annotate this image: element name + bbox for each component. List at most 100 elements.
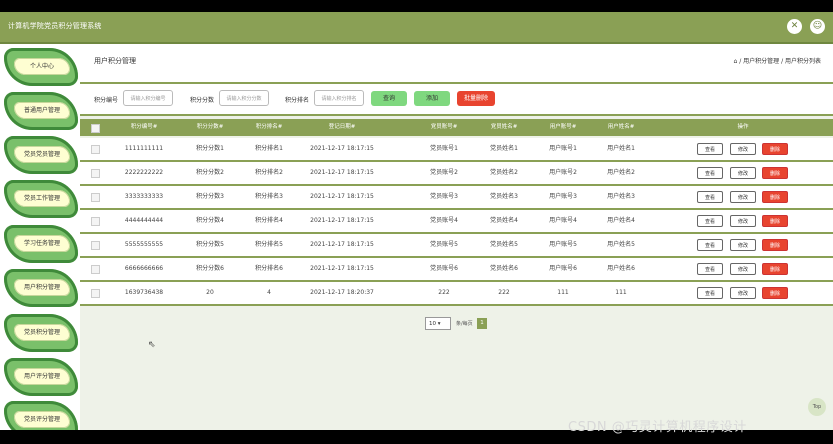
page-size-value: 10 bbox=[429, 321, 436, 327]
table-cell: 222 bbox=[498, 289, 510, 296]
table-cell: 积分分数2 bbox=[196, 169, 224, 176]
sidebar-item-label: 党员评分管理 bbox=[14, 411, 70, 428]
column-header-5[interactable]: 党员姓名# bbox=[479, 119, 529, 136]
back-to-top-button[interactable]: Top bbox=[808, 398, 826, 416]
table-cell: 2021-12-17 18:20:37 bbox=[310, 289, 374, 296]
edit-button[interactable]: 修改 bbox=[730, 239, 756, 251]
table-cell: 111 bbox=[557, 289, 569, 296]
column-header-7[interactable]: 用户姓名# bbox=[596, 119, 646, 136]
search-input-rank[interactable]: 请输入积分排名 bbox=[314, 90, 364, 106]
search-bar: 积分编号 请输入积分编号 积分分数 请输入积分分数 积分排名 请输入积分排名 查… bbox=[80, 84, 833, 116]
table-row: 1111111111 积分分数1 积分排名1 2021-12-17 18:17:15 党… bbox=[80, 138, 833, 162]
column-header-2[interactable]: 积分排名# bbox=[244, 119, 294, 136]
table-cell: 党员账号5 bbox=[430, 241, 458, 248]
edit-button[interactable]: 修改 bbox=[730, 263, 756, 275]
column-header-3[interactable]: 登记日期# bbox=[297, 119, 387, 136]
table-cell: 党员姓名2 bbox=[490, 169, 518, 176]
sidebar-item-label: 学习任务管理 bbox=[14, 235, 70, 252]
column-header-0[interactable]: 积分编号# bbox=[114, 119, 174, 136]
table-cell: 1639736438 bbox=[124, 289, 164, 296]
row-checkbox[interactable] bbox=[91, 145, 100, 154]
add-button[interactable]: 添加 bbox=[414, 91, 450, 106]
table-row: 6666666666 积分分数6 积分排名6 2021-12-17 18:17:15 党… bbox=[80, 258, 833, 282]
table-cell: 积分分数1 bbox=[196, 145, 224, 152]
table-cell: 党员姓名3 bbox=[490, 193, 518, 200]
table-cell: 积分排名6 bbox=[255, 265, 283, 272]
query-button[interactable]: 查询 bbox=[371, 91, 407, 106]
sidebar-item-3[interactable]: 党员工作管理 bbox=[4, 180, 78, 218]
row-checkbox[interactable] bbox=[91, 217, 100, 226]
view-button[interactable]: 查看 bbox=[697, 167, 723, 179]
sidebar-item-label: 党员积分管理 bbox=[14, 324, 70, 341]
sidebar-item-label: 用户评分管理 bbox=[14, 368, 70, 385]
table-cell: 积分分数5 bbox=[196, 241, 224, 248]
delete-button[interactable]: 删除 bbox=[762, 287, 788, 299]
table-cell: 用户账号2 bbox=[549, 169, 577, 176]
close-icon[interactable]: ✕ bbox=[787, 19, 802, 34]
sidebar-item-1[interactable]: 普通用户管理 bbox=[4, 92, 78, 130]
sidebar-item-5[interactable]: 用户积分管理 bbox=[4, 269, 78, 307]
sidebar-item-6[interactable]: 党员积分管理 bbox=[4, 314, 78, 352]
delete-button[interactable]: 删除 bbox=[762, 263, 788, 275]
delete-button[interactable]: 删除 bbox=[762, 215, 788, 227]
select-all-checkbox[interactable] bbox=[91, 124, 100, 133]
row-checkbox[interactable] bbox=[91, 289, 100, 298]
table-cell: 2021-12-17 18:17:15 bbox=[310, 265, 374, 272]
table-cell: 111 bbox=[615, 289, 627, 296]
sidebar-item-4[interactable]: 学习任务管理 bbox=[4, 225, 78, 263]
view-button[interactable]: 查看 bbox=[697, 287, 723, 299]
edit-button[interactable]: 修改 bbox=[730, 191, 756, 203]
sidebar-item-0[interactable]: 个人中心 bbox=[4, 48, 78, 86]
edit-button[interactable]: 修改 bbox=[730, 215, 756, 227]
user-icon[interactable]: ☺ bbox=[810, 19, 825, 34]
table-cell: 用户姓名4 bbox=[607, 217, 635, 224]
table-cell: 2021-12-17 18:17:15 bbox=[310, 193, 374, 200]
table-cell: 用户姓名3 bbox=[607, 193, 635, 200]
sidebar: 个人中心普通用户管理党员党员管理党员工作管理学习任务管理用户积分管理党员积分管理… bbox=[0, 44, 80, 430]
sidebar-item-8[interactable]: 党员评分管理 bbox=[4, 401, 78, 430]
view-button[interactable]: 查看 bbox=[697, 263, 723, 275]
table-cell: 1111111111 bbox=[124, 145, 164, 152]
batch-delete-button[interactable]: 批量删除 bbox=[457, 91, 495, 106]
edit-button[interactable]: 修改 bbox=[730, 167, 756, 179]
delete-button[interactable]: 删除 bbox=[762, 167, 788, 179]
breadcrumb: ⌂ / 用户积分管理 / 用户积分列表 bbox=[733, 58, 821, 65]
row-checkbox[interactable] bbox=[91, 193, 100, 202]
page-number-current[interactable]: 1 bbox=[477, 318, 487, 329]
table-cell: 用户姓名2 bbox=[607, 169, 635, 176]
delete-button[interactable]: 删除 bbox=[762, 143, 788, 155]
table-cell: 4 bbox=[267, 289, 271, 296]
column-header-1[interactable]: 积分分数# bbox=[185, 119, 235, 136]
sidebar-item-label: 党员党员管理 bbox=[14, 146, 70, 163]
column-header-4[interactable]: 党员账号# bbox=[419, 119, 469, 136]
page-size-label: 条/每页 bbox=[456, 321, 473, 327]
table-cell: 党员账号1 bbox=[430, 145, 458, 152]
table-row: 2222222222 积分分数2 积分排名2 2021-12-17 18:17:15 党… bbox=[80, 162, 833, 186]
row-checkbox[interactable] bbox=[91, 169, 100, 178]
view-button[interactable]: 查看 bbox=[697, 143, 723, 155]
view-button[interactable]: 查看 bbox=[697, 191, 723, 203]
sidebar-item-7[interactable]: 用户评分管理 bbox=[4, 358, 78, 396]
delete-button[interactable]: 删除 bbox=[762, 239, 788, 251]
row-checkbox[interactable] bbox=[91, 241, 100, 250]
sidebar-item-2[interactable]: 党员党员管理 bbox=[4, 136, 78, 174]
view-button[interactable]: 查看 bbox=[697, 239, 723, 251]
table-cell: 2021-12-17 18:17:15 bbox=[310, 145, 374, 152]
table-cell: 用户账号1 bbox=[549, 145, 577, 152]
edit-button[interactable]: 修改 bbox=[730, 287, 756, 299]
table-cell: 积分分数4 bbox=[196, 217, 224, 224]
table-cell: 用户姓名6 bbox=[607, 265, 635, 272]
row-checkbox[interactable] bbox=[91, 265, 100, 274]
column-header-6[interactable]: 用户账号# bbox=[538, 119, 588, 136]
table-row: 4444444444 积分分数4 积分排名4 2021-12-17 18:17:15 党… bbox=[80, 210, 833, 234]
search-input-number[interactable]: 请输入积分编号 bbox=[123, 90, 173, 106]
edit-button[interactable]: 修改 bbox=[730, 143, 756, 155]
table-cell: 3333333333 bbox=[124, 193, 164, 200]
search-input-score[interactable]: 请输入积分分数 bbox=[219, 90, 269, 106]
page-size-select[interactable]: 10 ▾ bbox=[425, 317, 451, 330]
table-cell: 用户姓名1 bbox=[607, 145, 635, 152]
column-header-8[interactable]: 操作 bbox=[720, 119, 766, 136]
delete-button[interactable]: 删除 bbox=[762, 191, 788, 203]
search-label-score: 积分分数 bbox=[190, 97, 215, 104]
view-button[interactable]: 查看 bbox=[697, 215, 723, 227]
